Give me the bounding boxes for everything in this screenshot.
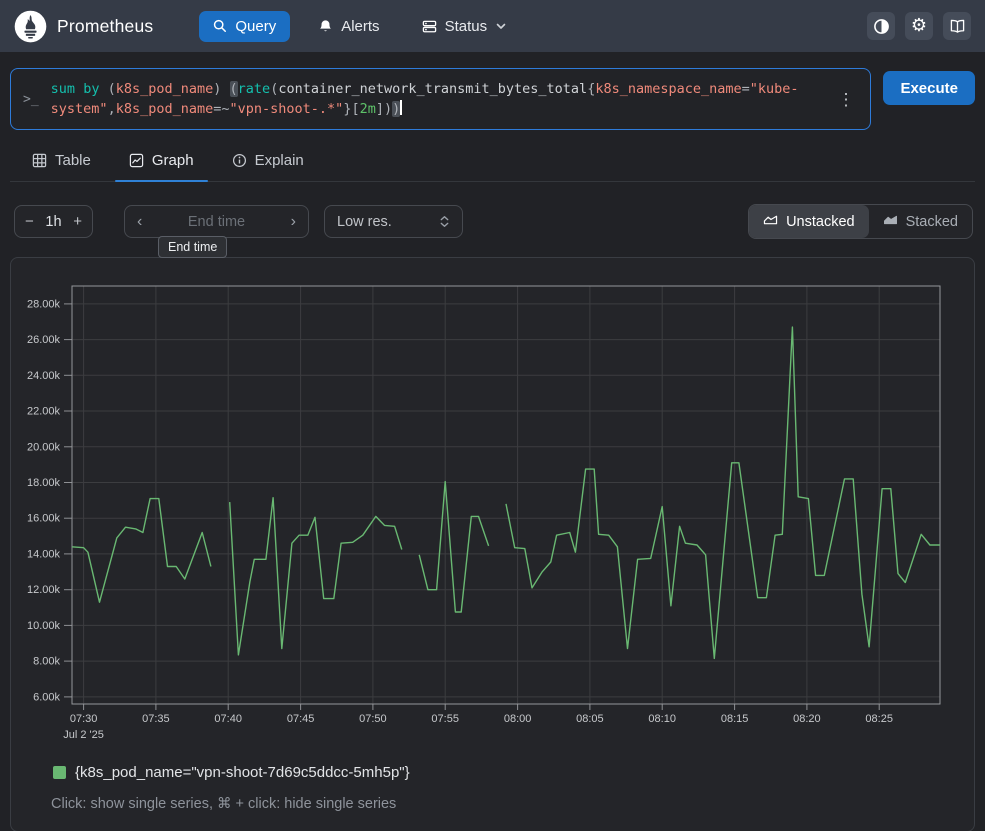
unstacked-chart-icon: [763, 213, 778, 230]
legend-item[interactable]: {k8s_pod_name="vpn-shoot-7d69c5ddcc-5mh5…: [53, 764, 410, 781]
svg-text:8.00k: 8.00k: [33, 656, 60, 668]
settings-button[interactable]: ⚙: [905, 12, 933, 40]
query-row: >_ sum by (k8s_pod_name) (rate(container…: [0, 52, 985, 130]
range-input: − 1h +: [14, 205, 93, 238]
unstacked-button[interactable]: Unstacked: [749, 205, 869, 238]
series-label: {k8s_pod_name="vpn-shoot-7d69c5ddcc-5mh5…: [75, 764, 410, 781]
unstacked-label: Unstacked: [786, 214, 855, 230]
svg-text:07:45: 07:45: [287, 713, 315, 725]
svg-text:12.00k: 12.00k: [27, 584, 61, 596]
svg-text:08:10: 08:10: [648, 713, 676, 725]
graph-controls: − 1h + ‹ End time › Low res. Unstacked: [14, 204, 973, 239]
tab-table-label: Table: [55, 152, 91, 169]
book-icon: [949, 19, 966, 34]
contrast-icon: [873, 18, 890, 35]
query-expression-input[interactable]: >_ sum by (k8s_pod_name) (rate(container…: [10, 68, 871, 130]
svg-text:08:15: 08:15: [721, 713, 749, 725]
gear-icon: ⚙: [911, 17, 927, 35]
stacked-label: Stacked: [906, 214, 958, 230]
resolution-select[interactable]: Low res.: [324, 205, 463, 238]
range-decrease-button[interactable]: −: [25, 213, 34, 230]
end-time-input[interactable]: ‹ End time ›: [124, 205, 309, 238]
svg-text:08:25: 08:25: [865, 713, 893, 725]
svg-text:24.00k: 24.00k: [27, 370, 61, 382]
nav-query-label: Query: [235, 18, 276, 35]
svg-text:Jul 2 '25: Jul 2 '25: [63, 729, 104, 738]
nav-status[interactable]: Status: [408, 11, 522, 42]
select-chevrons-icon: [439, 214, 450, 229]
prometheus-app: Prometheus Query Alerts Status: [0, 0, 985, 831]
main-nav: Query Alerts Status: [199, 11, 521, 42]
resolution-value: Low res.: [337, 214, 392, 230]
end-time-prev-button[interactable]: ‹: [137, 214, 142, 230]
query-options-menu-button[interactable]: ⋮: [831, 87, 860, 112]
series-color-swatch: [53, 766, 66, 779]
graph-icon: [129, 153, 144, 168]
status-stack-icon: [422, 19, 437, 34]
bell-icon: [318, 19, 333, 34]
expression-line-1: sum by (k8s_pod_name) (rate(container_ne…: [51, 79, 826, 99]
prompt-icon: >_: [23, 92, 39, 107]
chevron-down-icon: [495, 20, 507, 32]
range-value[interactable]: 1h: [45, 214, 61, 230]
end-time-next-button[interactable]: ›: [291, 214, 296, 230]
prometheus-logo-icon: [14, 10, 47, 43]
tab-explain-label: Explain: [255, 152, 304, 169]
brand[interactable]: Prometheus: [14, 10, 153, 43]
tab-bar: Table Graph Explain: [10, 144, 975, 182]
info-icon: [232, 153, 247, 168]
end-time-tooltip: End time: [158, 236, 227, 258]
navbar: Prometheus Query Alerts Status: [0, 0, 985, 52]
table-icon: [32, 153, 47, 168]
svg-text:07:40: 07:40: [214, 713, 242, 725]
svg-text:18.00k: 18.00k: [27, 477, 61, 489]
brand-name: Prometheus: [57, 16, 153, 37]
svg-text:07:55: 07:55: [431, 713, 459, 725]
svg-text:07:30: 07:30: [70, 713, 98, 725]
legend: {k8s_pod_name="vpn-shoot-7d69c5ddcc-5mh5…: [53, 764, 974, 781]
nav-alerts[interactable]: Alerts: [304, 11, 393, 42]
svg-text:26.00k: 26.00k: [27, 334, 61, 346]
range-increase-button[interactable]: +: [73, 213, 82, 230]
tab-explain[interactable]: Explain: [218, 144, 318, 181]
stacking-toggle-group: Unstacked Stacked: [748, 204, 973, 239]
navbar-actions: ⚙: [867, 12, 971, 40]
search-icon: [213, 19, 227, 33]
tab-graph[interactable]: Graph: [115, 144, 208, 181]
svg-text:07:35: 07:35: [142, 713, 170, 725]
graph-canvas[interactable]: 6.00k 8.00k 10.00k 12.00k 14.00k 16.00k 18.00k…: [11, 258, 974, 738]
nav-status-label: Status: [445, 18, 488, 35]
stacked-button[interactable]: Stacked: [869, 205, 972, 238]
execute-button[interactable]: Execute: [883, 71, 975, 105]
svg-text:20.00k: 20.00k: [27, 441, 61, 453]
tab-table[interactable]: Table: [18, 144, 105, 181]
nav-query[interactable]: Query: [199, 11, 290, 42]
svg-text:16.00k: 16.00k: [27, 513, 61, 525]
docs-button[interactable]: [943, 12, 971, 40]
svg-text:14.00k: 14.00k: [27, 548, 61, 560]
svg-text:22.00k: 22.00k: [27, 406, 61, 418]
tab-graph-label: Graph: [152, 152, 194, 169]
svg-text:08:00: 08:00: [504, 713, 532, 725]
stacked-chart-icon: [883, 213, 898, 230]
svg-text:10.00k: 10.00k: [27, 620, 61, 632]
svg-text:07:50: 07:50: [359, 713, 387, 725]
expression-line-2: system",k8s_pod_name=~"vpn-shoot-.*"}[2m…: [51, 99, 826, 119]
svg-text:28.00k: 28.00k: [27, 298, 61, 310]
end-time-placeholder: End time: [188, 214, 245, 230]
graph-panel: 6.00k 8.00k 10.00k 12.00k 14.00k 16.00k 18.00k…: [10, 257, 975, 831]
promql-expression: sum by (k8s_pod_name) (rate(container_ne…: [51, 79, 826, 119]
theme-toggle-button[interactable]: [867, 12, 895, 40]
svg-text:6.00k: 6.00k: [33, 691, 60, 703]
legend-hint: Click: show single series, ⌘ + click: hi…: [51, 796, 974, 812]
svg-text:08:20: 08:20: [793, 713, 821, 725]
svg-text:08:05: 08:05: [576, 713, 604, 725]
nav-alerts-label: Alerts: [341, 18, 379, 35]
